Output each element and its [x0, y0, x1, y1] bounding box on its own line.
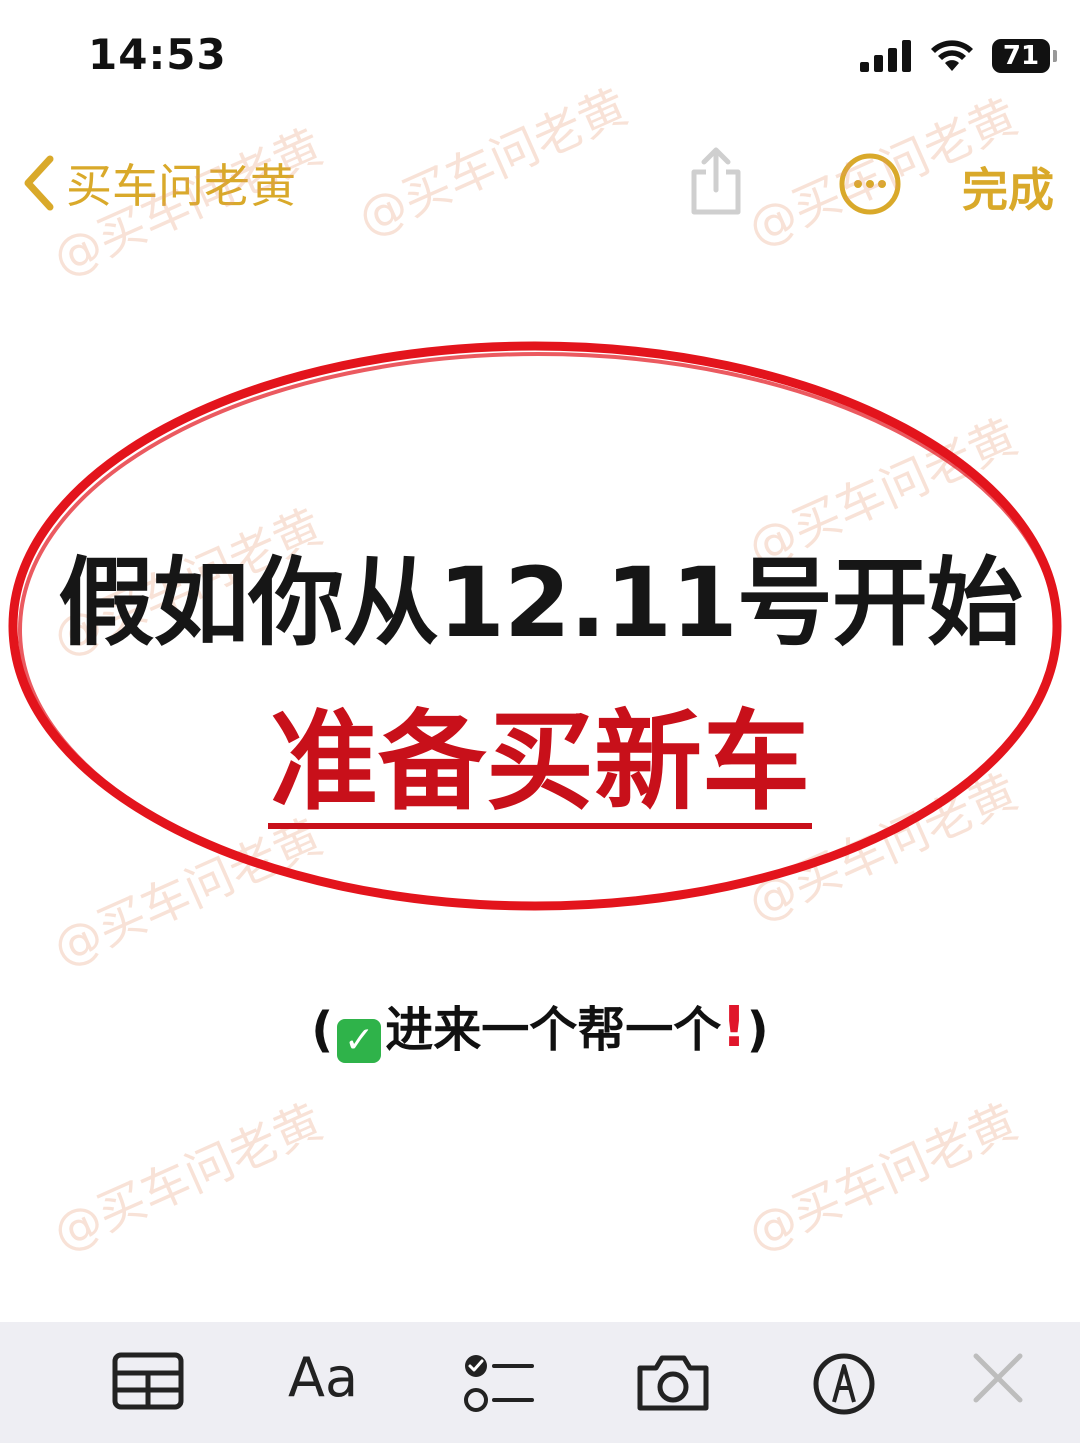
check-mark-icon: ✓ — [337, 1019, 382, 1063]
wifi-icon — [931, 40, 973, 71]
camera-icon — [637, 1355, 709, 1411]
table-icon — [112, 1352, 184, 1410]
note-callout: (✓ 进来一个帮一个!) — [0, 990, 1080, 1063]
checklist-button[interactable] — [462, 1352, 534, 1420]
markup-pen-icon — [813, 1353, 875, 1415]
callout-close-paren: ) — [746, 1002, 769, 1058]
status-time: 14:53 — [88, 30, 227, 79]
checklist-icon — [464, 1355, 534, 1412]
close-button[interactable] — [972, 1352, 1024, 1408]
watermark: @买车问老黄 — [44, 1093, 331, 1263]
bottom-toolbar: Aa — [0, 1322, 1080, 1443]
note-subhead-text: 准备买新车 — [267, 703, 812, 829]
watermark: @买车问老黄 — [349, 78, 636, 248]
share-button[interactable] — [688, 146, 744, 220]
markup-button[interactable] — [812, 1352, 876, 1420]
done-button[interactable]: 完成 — [962, 154, 1054, 220]
back-label: 买车问老黄 — [66, 159, 296, 213]
more-button[interactable] — [838, 152, 902, 220]
close-icon — [973, 1353, 1023, 1403]
back-button[interactable]: 买车问老黄 — [22, 150, 296, 216]
callout-open-paren: ( — [311, 1002, 334, 1058]
table-button[interactable] — [112, 1352, 184, 1414]
more-icon — [839, 153, 901, 215]
battery-indicator: 71 — [992, 39, 1057, 73]
text-format-button[interactable]: Aa — [288, 1346, 358, 1409]
share-icon — [691, 147, 741, 215]
chevron-left-icon — [24, 155, 54, 211]
cellular-signal-icon — [860, 40, 911, 72]
status-icons: 71 — [860, 36, 1057, 76]
exclamation-icon: ! — [721, 995, 747, 1060]
note-headline: 假如你从12.11号开始 — [58, 547, 1023, 659]
note-subhead: 准备买新车 — [0, 700, 1080, 829]
camera-button[interactable] — [636, 1352, 710, 1416]
callout-text: 进来一个帮一个 — [385, 1002, 722, 1058]
watermark: @买车问老黄 — [739, 1093, 1026, 1263]
